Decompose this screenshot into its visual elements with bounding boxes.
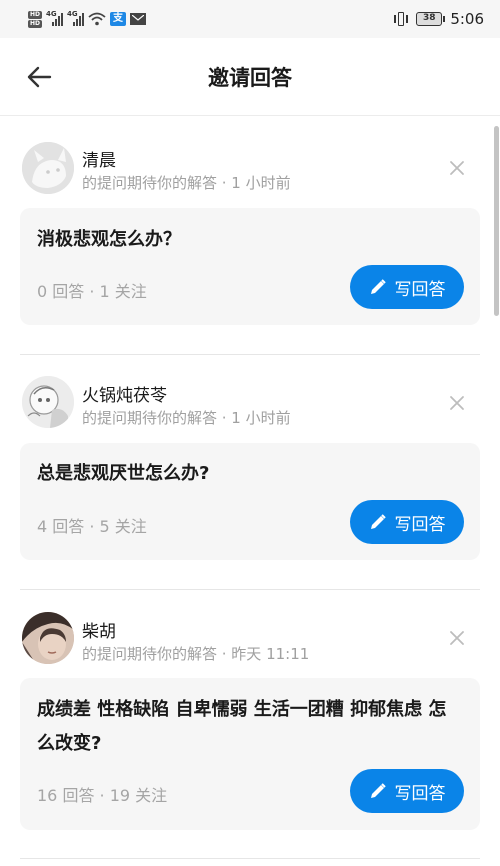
invitation-item: 清晨 的提问期待你的解答 · 1 小时前 消极悲观怎么办？ 0 回答 · 1 关… (0, 140, 500, 355)
sim2-label: HD (28, 19, 43, 28)
question-title[interactable]: 成绩差 性格缺陷 自卑懦弱 生活一团糟 抑郁焦虑 怎么改变? (37, 693, 464, 761)
close-icon[interactable] (446, 627, 468, 649)
battery-icon: 38 (416, 12, 446, 26)
write-answer-button[interactable]: 写回答 (350, 769, 464, 813)
asker-name[interactable]: 清晨 (82, 146, 116, 171)
alipay-notification-icon: 支 (110, 12, 127, 26)
divider (20, 589, 480, 590)
question-title[interactable]: 消极悲观怎么办？ (37, 223, 464, 257)
invitation-meta: 的提问期待你的解答 · 1 小时前 (82, 409, 291, 427)
write-answer-label: 写回答 (394, 514, 446, 535)
invitation-item: 火锅炖茯苓 的提问期待你的解答 · 1 小时前 总是悲观厌世怎么办? 4 回答 … (0, 376, 500, 591)
top-nav-bar: 邀请回答 (0, 38, 500, 116)
vibrate-icon (394, 11, 408, 27)
signal-icon: 4G (46, 10, 64, 26)
question-card[interactable]: 消极悲观怎么办？ 0 回答 · 1 关注 写回答 (20, 208, 480, 325)
avatar[interactable] (22, 376, 74, 428)
avatar[interactable] (22, 612, 74, 664)
pencil-icon (370, 783, 386, 798)
question-stats: 16 回答 · 19 关注 (37, 786, 168, 805)
pencil-icon (370, 514, 386, 529)
pencil-icon (370, 279, 386, 294)
asker-name[interactable]: 柴胡 (82, 617, 116, 642)
divider (20, 858, 480, 859)
invitation-item: 柴胡 的提问期待你的解答 · 昨天 11:11 成绩差 性格缺陷 自卑懦弱 生活… (0, 611, 500, 861)
question-title[interactable]: 总是悲观厌世怎么办? (37, 457, 464, 491)
write-answer-label: 写回答 (394, 279, 446, 300)
status-bar: HD HD 4G 4G 支 38 5:06 (0, 0, 500, 38)
mail-icon (130, 13, 147, 25)
network-type-label: 4G (46, 10, 57, 18)
invitation-meta: 的提问期待你的解答 · 昨天 11:11 (82, 645, 310, 663)
signal-icon-2: 4G (67, 10, 85, 26)
asker-name[interactable]: 火锅炖茯苓 (82, 381, 167, 406)
close-icon[interactable] (446, 392, 468, 414)
avatar[interactable] (22, 142, 74, 194)
page-title: 邀请回答 (208, 66, 292, 90)
write-answer-label: 写回答 (394, 783, 446, 804)
sim1-label: HD (28, 10, 43, 19)
write-answer-button[interactable]: 写回答 (350, 500, 464, 544)
write-answer-button[interactable]: 写回答 (350, 265, 464, 309)
divider (20, 354, 480, 355)
question-stats: 4 回答 · 5 关注 (37, 517, 147, 536)
wifi-icon (88, 12, 106, 26)
clock: 5:06 (450, 10, 484, 28)
question-stats: 0 回答 · 1 关注 (37, 282, 147, 301)
network-type-label-2: 4G (67, 10, 78, 18)
sim-indicator: HD HD (28, 10, 43, 28)
question-card[interactable]: 总是悲观厌世怎么办? 4 回答 · 5 关注 写回答 (20, 443, 480, 560)
question-card[interactable]: 成绩差 性格缺陷 自卑懦弱 生活一团糟 抑郁焦虑 怎么改变? 16 回答 · 1… (20, 678, 480, 830)
invitation-meta: 的提问期待你的解答 · 1 小时前 (82, 174, 291, 192)
close-icon[interactable] (446, 157, 468, 179)
